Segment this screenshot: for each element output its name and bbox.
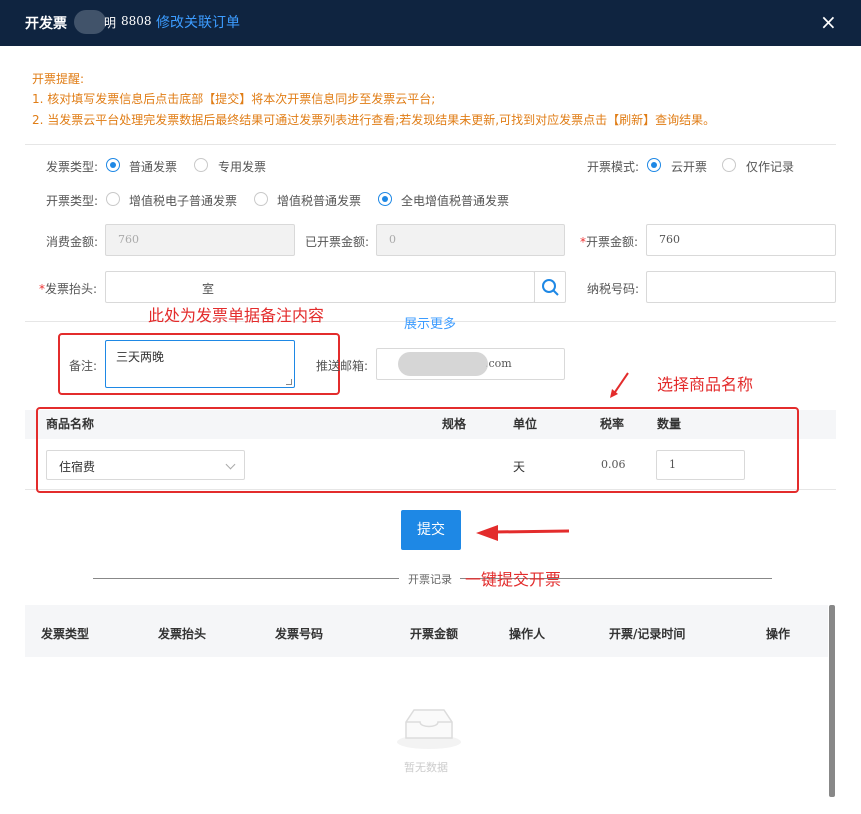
col-invoice-amount: 开票金额 <box>410 627 459 641</box>
title-suffix: 明 <box>104 16 117 30</box>
annotation-box-goods <box>36 407 799 493</box>
edit-order-link[interactable]: 修改关联订单 <box>156 12 240 32</box>
scrollbar[interactable] <box>829 605 835 797</box>
col-operator: 操作人 <box>509 627 546 641</box>
radio-e-normal-label: 增值税电子普通发票 <box>129 194 238 208</box>
radio-vat-normal[interactable] <box>254 192 268 206</box>
issued-label: 已开票金额: <box>305 235 370 249</box>
radio-full-e-normal-label: 全电增值税普通发票 <box>401 194 510 208</box>
empty-box-icon <box>397 709 461 749</box>
header-label: *发票抬头: <box>39 282 98 296</box>
radio-normal-invoice-label: 普通发票 <box>129 160 178 174</box>
divider <box>25 144 836 145</box>
notice-line-2: 2. 当发票云平台处理完发票数据后最终结果可通过发票列表进行查看;若发现结果未更… <box>32 113 716 127</box>
col-actions: 操作 <box>766 627 791 641</box>
invoice-type-label: 发票类型: <box>46 160 99 174</box>
search-icon <box>542 279 559 296</box>
mode-label: 开票模式: <box>587 160 640 174</box>
submit-button[interactable]: 提交 <box>401 510 461 550</box>
invoice-header-field[interactable]: 室 <box>105 271 535 303</box>
resize-handle[interactable] <box>286 379 292 385</box>
redacted-blur <box>74 10 106 34</box>
arrow-icon <box>476 525 570 541</box>
radio-cloud-invoice-label: 云开票 <box>671 160 708 174</box>
redacted-blur <box>398 352 488 376</box>
remark-text: 三天两晚 <box>116 350 165 364</box>
taxno-label: 纳税号码: <box>587 282 640 296</box>
dialog-title: 开发票 <box>25 16 67 32</box>
amount-label-text: 开票金额: <box>586 235 639 249</box>
submit-annotation: 一键提交开票 <box>465 570 562 589</box>
col-invoice-type: 发票类型 <box>41 627 90 641</box>
amount-label: *开票金额: <box>580 235 639 249</box>
invoice-dialog: 开发票 明 8808 修改关联订单 × 开票提醒: 1. 核对填写发票信息后点击… <box>0 0 861 814</box>
radio-vat-normal-label: 增值税普通发票 <box>277 194 362 208</box>
radio-record-only-label: 仅作记录 <box>746 160 795 174</box>
issued-amount-field[interactable]: 0 <box>376 224 565 256</box>
kind-label: 开票类型: <box>46 194 99 208</box>
radio-full-e-normal[interactable] <box>378 192 392 206</box>
remark-label: 备注: <box>69 359 98 373</box>
arrow-icon <box>610 372 629 398</box>
radio-record-only[interactable] <box>722 158 736 172</box>
col-invoice-number: 发票号码 <box>275 627 324 641</box>
empty-text: 暂无数据 <box>404 761 448 774</box>
section-divider-left <box>93 578 399 579</box>
goods-annotation: 选择商品名称 <box>657 375 754 394</box>
records-title: 开票记录 <box>408 573 452 586</box>
email-label: 推送邮箱: <box>316 359 369 373</box>
search-button[interactable] <box>534 271 566 303</box>
notice-line-1: 1. 核对填写发票信息后点击底部【提交】将本次开票信息同步至发票云平台; <box>32 92 436 106</box>
order-number: 8808 <box>121 14 152 28</box>
tax-number-field[interactable] <box>646 271 836 303</box>
radio-normal-invoice[interactable] <box>106 158 120 172</box>
close-icon[interactable]: × <box>820 10 837 34</box>
col-time: 开票/记录时间 <box>609 627 686 641</box>
invoice-amount-field[interactable]: 760 <box>646 224 836 256</box>
remark-annotation: 此处为发票单据备注内容 <box>148 306 325 325</box>
col-invoice-header: 发票抬头 <box>158 627 207 641</box>
dialog-titlebar: 开发票 明 8808 修改关联订单 × <box>0 0 861 46</box>
notice-heading: 开票提醒: <box>32 72 85 86</box>
header-label-text: 发票抬头: <box>45 282 98 296</box>
show-more-link[interactable]: 展示更多 <box>404 313 456 332</box>
radio-e-normal[interactable] <box>106 192 120 206</box>
consume-label: 消费金额: <box>46 235 99 249</box>
consume-amount-field[interactable]: 760 <box>105 224 295 256</box>
radio-special-invoice[interactable] <box>194 158 208 172</box>
remark-textarea[interactable]: 三天两晚 <box>105 340 295 388</box>
radio-cloud-invoice[interactable] <box>647 158 661 172</box>
radio-special-invoice-label: 专用发票 <box>218 160 267 174</box>
